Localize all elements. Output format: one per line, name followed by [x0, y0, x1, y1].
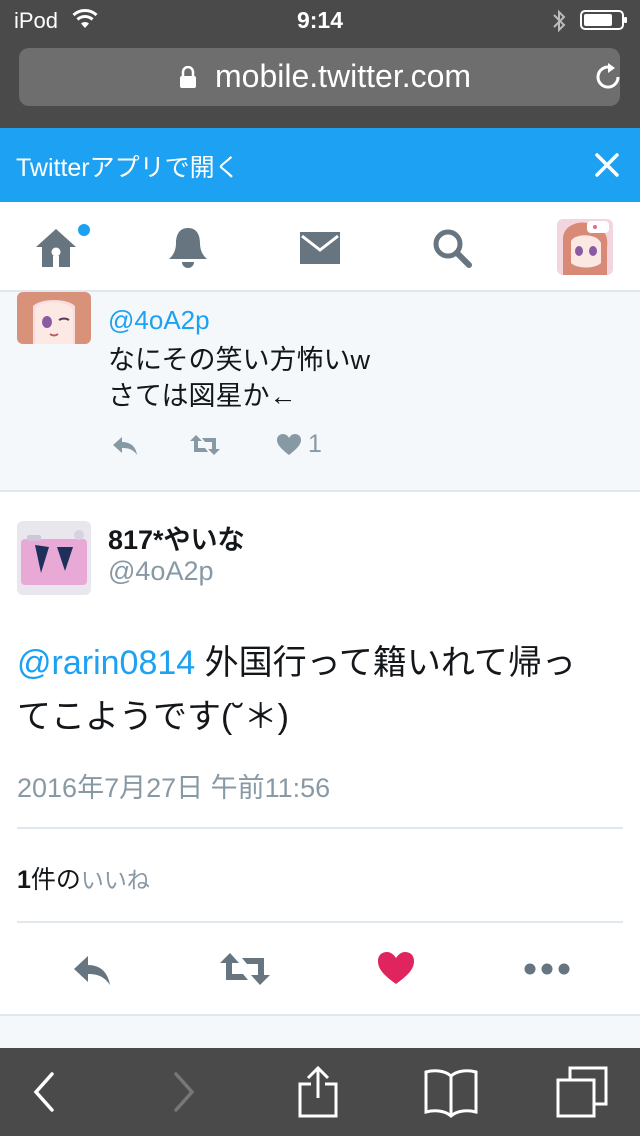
- reload-icon[interactable]: [593, 62, 623, 92]
- nav-notifications[interactable]: [158, 220, 218, 276]
- nav-profile-avatar[interactable]: [557, 219, 613, 275]
- url-text: mobile.twitter.com: [215, 58, 472, 94]
- reply-icon[interactable]: [110, 428, 140, 462]
- notification-dot: [78, 224, 90, 236]
- like-icon[interactable]: [276, 428, 302, 462]
- forward-icon[interactable]: [170, 1066, 200, 1118]
- avatar-image: [17, 292, 91, 344]
- status-bar: iPod 9:14: [0, 0, 640, 40]
- prev-tweet-line-2: さては図星か←: [108, 381, 297, 411]
- divider: [17, 827, 623, 829]
- prev-tweet-handle[interactable]: @4oA2p: [108, 305, 210, 336]
- reply-icon[interactable]: [70, 944, 114, 994]
- prev-tweet-line-1: なにその笑い方怖いw: [108, 345, 370, 375]
- home-icon: [36, 229, 76, 267]
- search-icon: [433, 229, 472, 268]
- tweet-actions: [0, 944, 640, 994]
- avatar-image: [557, 219, 613, 275]
- address-bar[interactable]: mobile.twitter.com: [19, 48, 620, 106]
- prev-tweet-avatar[interactable]: [17, 292, 91, 344]
- nav-messages[interactable]: [290, 220, 350, 276]
- main-tweet-avatar[interactable]: [17, 521, 91, 595]
- tweet-text-line-1: 外国行って籍いれて帰っ: [195, 644, 576, 682]
- battery-icon: [580, 10, 627, 30]
- status-time: 9:14: [296, 7, 344, 33]
- close-icon[interactable]: [592, 150, 622, 180]
- browser-toolbar: [0, 1048, 640, 1136]
- bookmarks-icon[interactable]: [424, 1066, 478, 1118]
- nav-home[interactable]: [26, 220, 86, 276]
- avatar-image: [17, 521, 91, 595]
- share-icon[interactable]: [296, 1066, 340, 1118]
- prev-tweet-text: なにその笑い方怖いw さては図星か←: [108, 342, 370, 414]
- retweet-icon[interactable]: [188, 428, 222, 462]
- open-in-app-label: Twitterアプリで開く: [16, 154, 240, 182]
- like-heart-icon[interactable]: [376, 944, 416, 994]
- divider: [17, 921, 623, 923]
- previous-tweet[interactable]: @4oA2p なにその笑い方怖いw さては図星か← 1: [0, 292, 640, 492]
- lock-icon: [180, 66, 196, 88]
- twitter-nav-bar: [0, 202, 640, 292]
- mention-link[interactable]: @rarin0814: [17, 644, 195, 682]
- retweet-icon[interactable]: [218, 944, 272, 994]
- prev-like-count: 1: [308, 430, 322, 458]
- bell-icon: [169, 228, 207, 268]
- mail-icon: [300, 232, 340, 264]
- tweet-timestamp[interactable]: 2016年7月27日 午前11:56: [17, 766, 330, 805]
- likes-label: いいね: [80, 867, 150, 893]
- main-tweet: 817*やいな @4oA2p @rarin0814 外国行って籍いれて帰っ てこ…: [0, 494, 640, 1014]
- browser-header: iPod 9:14 mobile.twitter.com: [0, 0, 640, 128]
- back-icon[interactable]: [28, 1066, 58, 1118]
- display-name[interactable]: 817*やいな: [108, 518, 245, 557]
- tweet-text: @rarin0814 外国行って籍いれて帰っ てこようです(˘＊): [17, 636, 617, 744]
- nav-search[interactable]: [422, 220, 482, 276]
- more-icon[interactable]: [522, 944, 572, 994]
- likes-summary[interactable]: 1件のいいね: [17, 860, 150, 896]
- likes-unit: 件の: [30, 866, 81, 894]
- likes-count: 1: [17, 866, 31, 894]
- tabs-icon[interactable]: [556, 1066, 610, 1118]
- tweet-text-line-2: てこようです(˘＊): [17, 698, 289, 736]
- user-handle[interactable]: @4oA2p: [108, 556, 213, 587]
- bluetooth-icon: [553, 9, 566, 33]
- open-in-app-banner[interactable]: Twitterアプリで開く: [0, 128, 640, 202]
